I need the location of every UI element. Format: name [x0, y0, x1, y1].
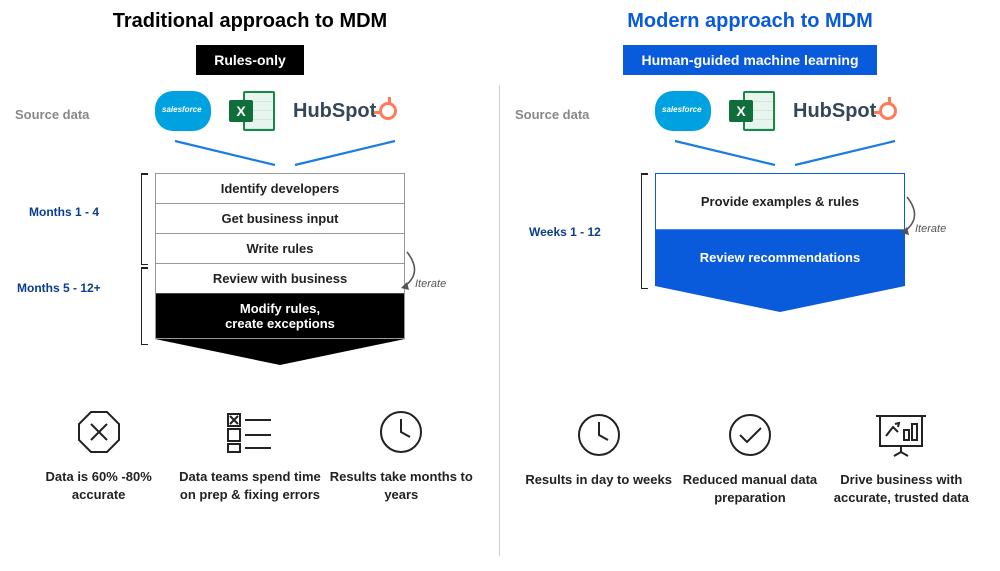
hubspot-logo-icon: HubSpot	[293, 100, 397, 123]
salesforce-logo-icon	[655, 91, 711, 131]
salesforce-logo-icon	[155, 91, 211, 131]
excel-logo-icon: X	[729, 89, 775, 133]
steps-traditional: Months 1 - 4 Months 5 - 12+ Identify dev…	[15, 173, 485, 372]
rules-only-badge: Rules-only	[196, 45, 304, 75]
step-identify-developers: Identify developers	[156, 174, 404, 203]
step-modify-rules: Modify rules, create exceptions	[156, 293, 404, 338]
modern-title: Modern approach to MDM	[515, 10, 985, 33]
hubspot-logo-icon: HubSpot	[793, 100, 897, 123]
outcome-drive-business: Drive business with accurate, trusted da…	[826, 409, 976, 506]
steps-modern: Weeks 1 - 12 Provide examples & rules Re…	[515, 173, 985, 319]
source-data-label: Source data	[15, 107, 89, 122]
source-data-label-modern: Source data	[515, 107, 589, 122]
step-review-with-business: Review with business	[156, 263, 404, 293]
traditional-panel: Traditional approach to MDM Rules-only S…	[0, 0, 500, 571]
octagon-x-icon	[24, 406, 174, 458]
source-logos-modern: X HubSpot	[655, 89, 897, 133]
timeline-weeks-1-12: Weeks 1 - 12	[529, 225, 601, 239]
outcome-reduced-prep: Reduced manual data preparation	[675, 409, 825, 506]
step-write-rules: Write rules	[156, 233, 404, 263]
outcomes-modern: Results in day to weeks Reduced manual d…	[515, 409, 985, 506]
clock-icon	[326, 406, 476, 458]
bracket-2	[141, 267, 142, 345]
source-row-modern: Source data X HubSpot	[515, 89, 985, 145]
step-provide-examples: Provide examples & rules	[656, 174, 904, 229]
outcome-prep-time: Data teams spend time on prep & fixing e…	[175, 406, 325, 503]
presentation-chart-icon	[826, 409, 976, 461]
funnel-top	[15, 145, 485, 173]
step-review-recommendations: Review recommendations	[656, 229, 904, 285]
funnel-bottom-traditional	[155, 339, 405, 367]
human-guided-badge: Human-guided machine learning	[623, 45, 876, 75]
modern-panel: Modern approach to MDM Human-guided mach…	[500, 0, 1000, 571]
diagram-container: Traditional approach to MDM Rules-only S…	[0, 0, 1000, 571]
outcome-fast-results: Results in day to weeks	[524, 409, 674, 506]
outcomes-traditional: Data is 60% -80% accurate Data teams spe…	[15, 406, 485, 503]
step-get-business-input: Get business input	[156, 203, 404, 233]
outcome-time: Results take months to years	[326, 406, 476, 503]
iterate-label-modern: Iterate	[915, 223, 946, 235]
bracket-1	[141, 173, 142, 265]
circle-check-icon	[675, 409, 825, 461]
timeline-months-1-4: Months 1 - 4	[29, 205, 99, 219]
excel-logo-icon: X	[229, 89, 275, 133]
bracket-modern	[641, 173, 642, 289]
source-row-traditional: Source data X HubSpot	[15, 89, 485, 145]
checklist-icon	[175, 406, 325, 458]
funnel-bottom-modern	[655, 286, 905, 314]
source-logos: X HubSpot	[155, 89, 397, 133]
clock-icon	[524, 409, 674, 461]
iterate-label-traditional: Iterate	[415, 278, 446, 290]
steps-list-modern: Provide examples & rules Review recommen…	[655, 173, 905, 286]
outcome-accuracy: Data is 60% -80% accurate	[24, 406, 174, 503]
funnel-top-modern	[515, 145, 985, 173]
traditional-title: Traditional approach to MDM	[15, 10, 485, 33]
steps-list: Identify developers Get business input W…	[155, 173, 405, 339]
timeline-months-5-12: Months 5 - 12+	[17, 281, 101, 295]
